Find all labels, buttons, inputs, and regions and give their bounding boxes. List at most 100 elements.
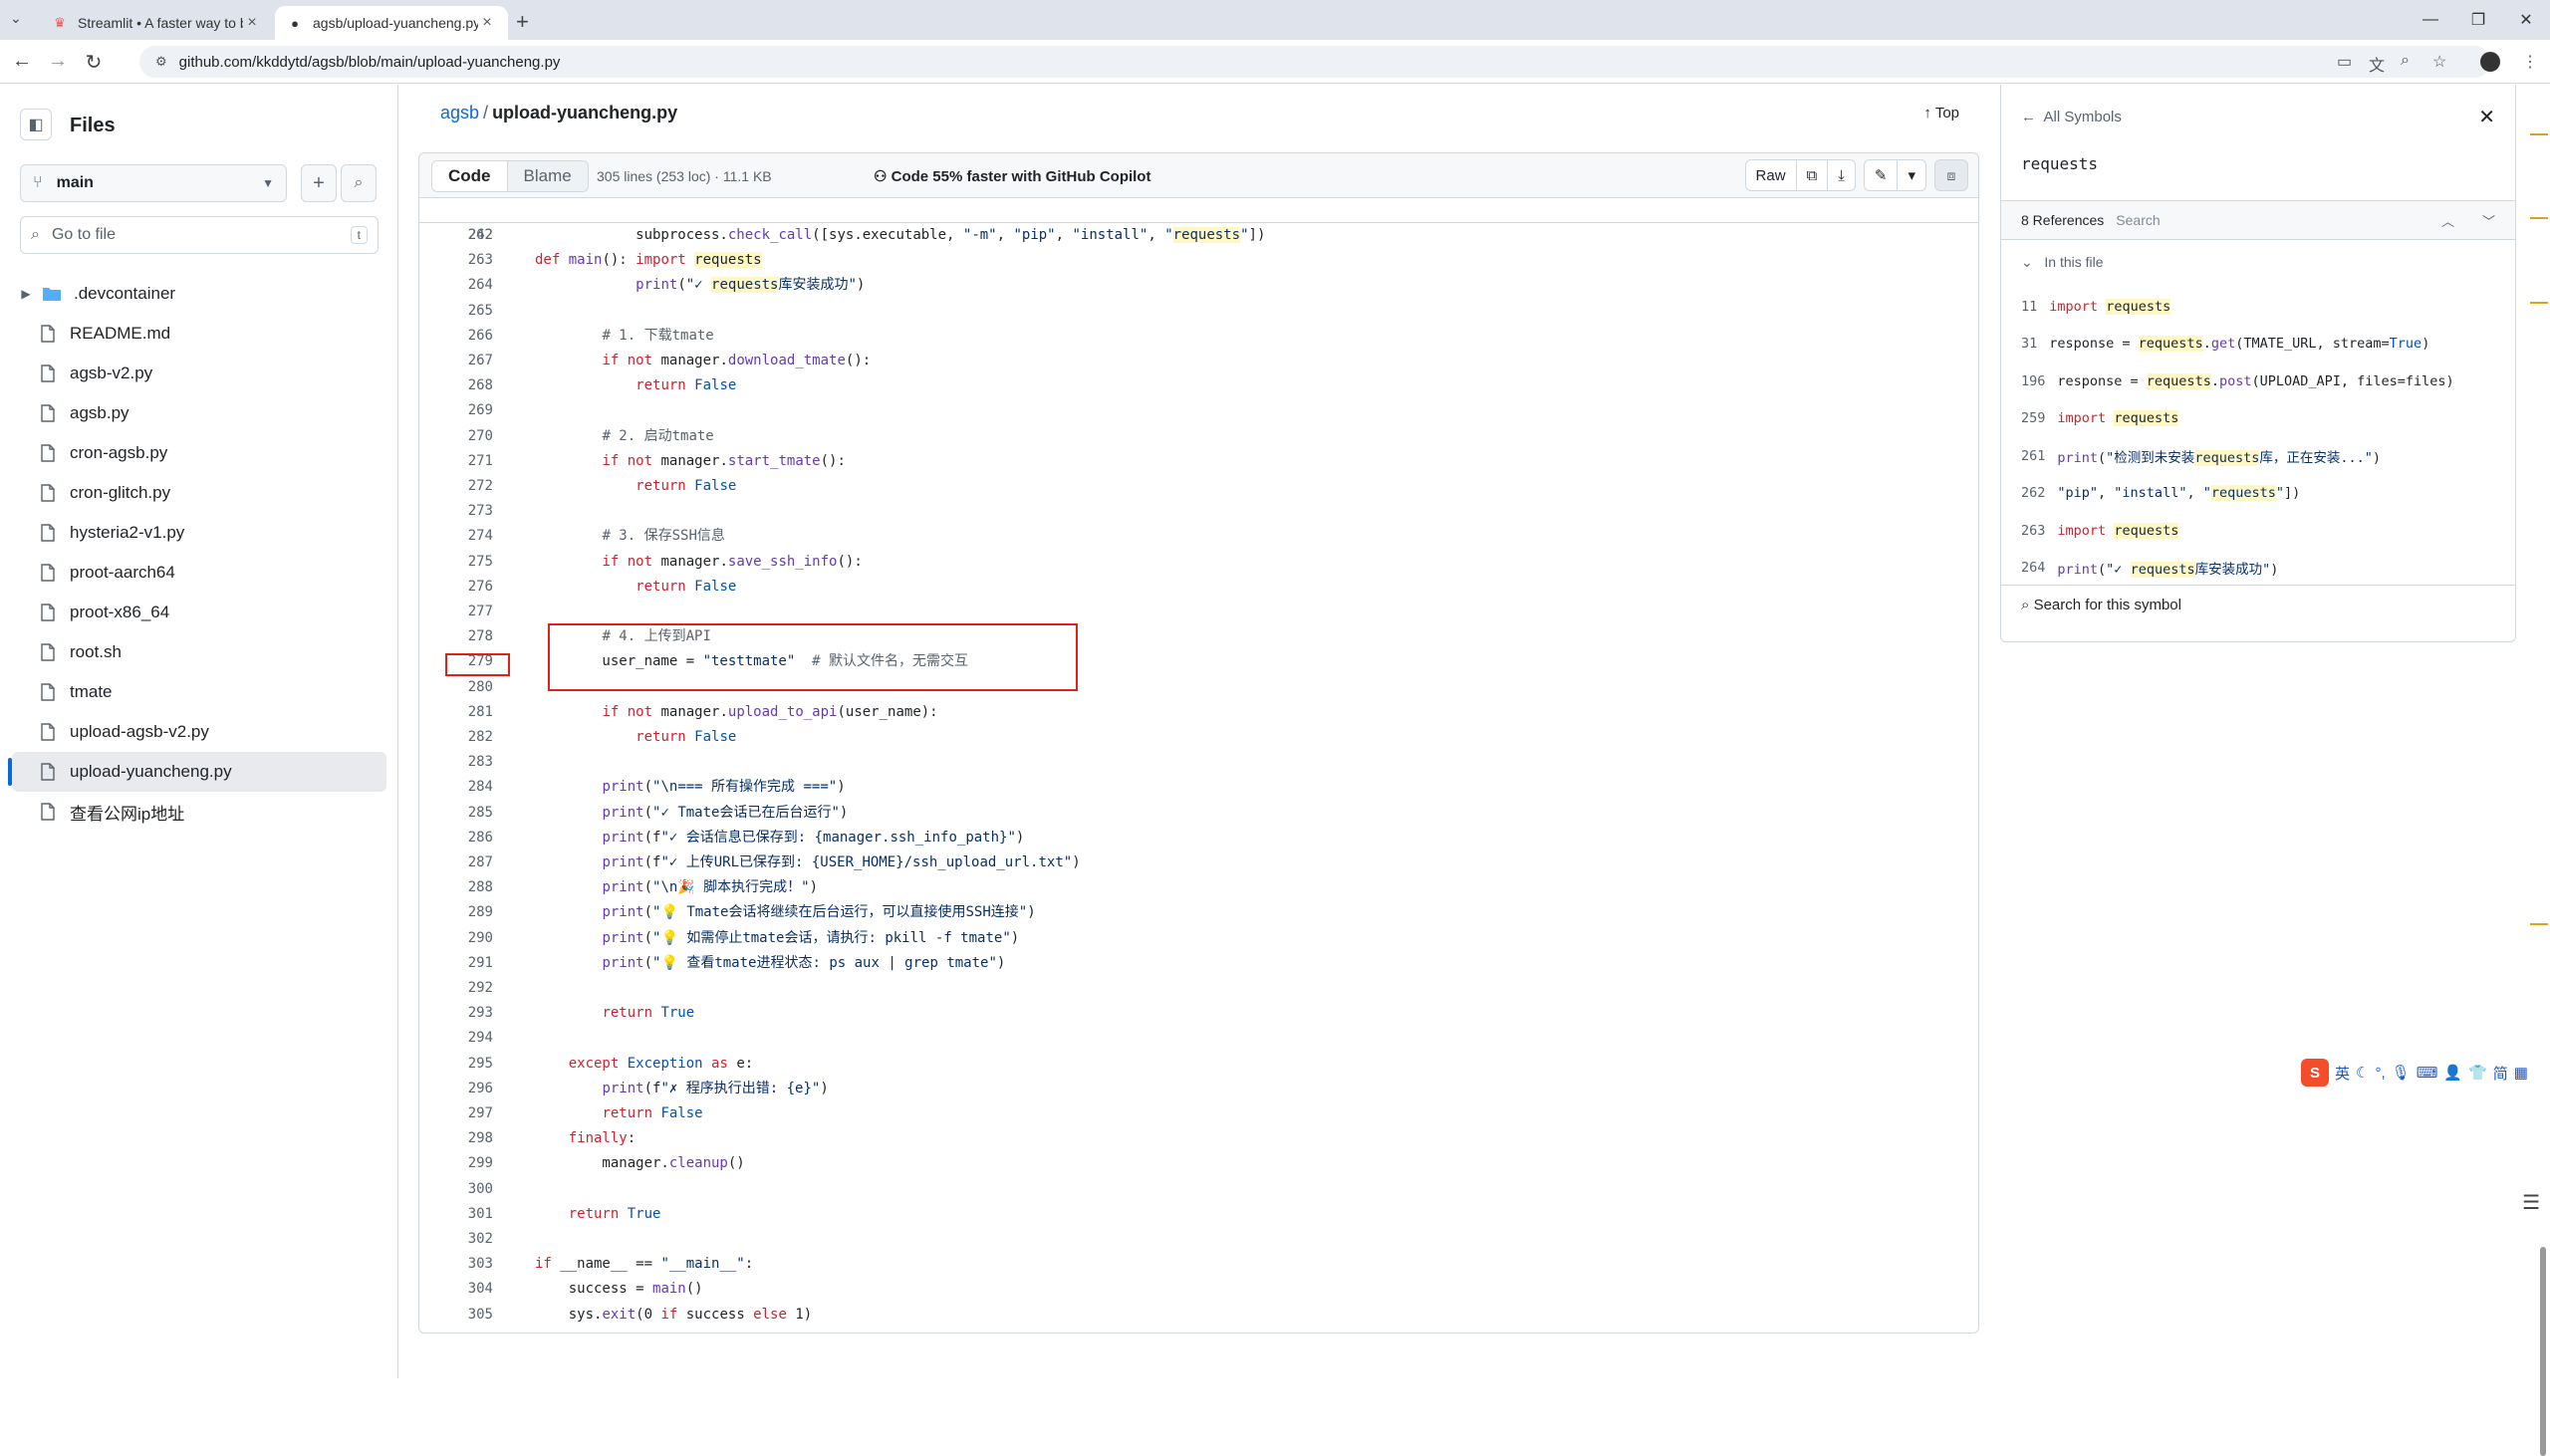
line-number[interactable]: 268: [419, 373, 493, 398]
line-number[interactable]: 287: [419, 850, 493, 875]
reference-item[interactable]: 259 import requests: [2021, 400, 2509, 438]
line-number[interactable]: 273: [419, 499, 493, 524]
reference-item[interactable]: 261 print("检测到未安装requests库，正在安装..."): [2021, 437, 2509, 475]
raw-button[interactable]: Raw: [1746, 160, 1797, 190]
line-number[interactable]: 296: [419, 1077, 493, 1101]
line-number[interactable]: 276: [419, 575, 493, 600]
top-button[interactable]: ↑ Top: [1923, 105, 1959, 121]
close-tab-icon[interactable]: ×: [478, 14, 496, 32]
line-number[interactable]: 277: [419, 600, 493, 624]
line-number[interactable]: 242: [419, 223, 493, 248]
tree-file[interactable]: upload-agsb-v2.py: [12, 712, 386, 752]
new-tab-button[interactable]: +: [516, 9, 529, 35]
line-number[interactable]: 284: [419, 775, 493, 800]
copilot-promo-link[interactable]: ⚇ Code 55% faster with GitHub Copilot: [874, 167, 1150, 185]
zoom-icon[interactable]: ⌕: [2401, 52, 2410, 70]
minimize-icon[interactable]: —: [2407, 0, 2454, 40]
tree-file[interactable]: 查看公网ip地址: [12, 792, 386, 832]
line-number[interactable]: 301: [419, 1202, 493, 1227]
back-icon[interactable]: ←: [10, 50, 34, 73]
line-number[interactable]: 297: [419, 1101, 493, 1126]
browser-tab-github[interactable]: ● agsb/upload-yuancheng.py a ×: [275, 6, 508, 40]
tab-code[interactable]: Code: [432, 161, 508, 191]
line-number[interactable]: 288: [419, 875, 493, 900]
grid-icon[interactable]: ▦: [2514, 1064, 2528, 1082]
moon-icon[interactable]: ☾: [2356, 1064, 2369, 1082]
line-number[interactable]: 295: [419, 1052, 493, 1077]
tab-blame[interactable]: Blame: [508, 161, 588, 191]
tree-folder[interactable]: ▶ .devcontainer: [12, 274, 386, 314]
user-icon[interactable]: 👤: [2443, 1064, 2462, 1082]
browser-tab-streamlit[interactable]: ♛ Streamlit • A faster way to bu ×: [40, 6, 273, 40]
download-icon[interactable]: ⤓: [1828, 160, 1855, 190]
references-search-input[interactable]: Search: [2116, 212, 2160, 228]
line-number[interactable]: 274: [419, 524, 493, 549]
line-number[interactable]: 294: [419, 1026, 493, 1051]
sogou-ime-icon[interactable]: S: [2301, 1059, 2329, 1087]
line-number[interactable]: 300: [419, 1177, 493, 1202]
tree-file[interactable]: root.sh: [12, 632, 386, 672]
go-to-file-input[interactable]: ⌕ Go to file t: [20, 216, 379, 254]
punctuation-icon[interactable]: °,: [2375, 1065, 2385, 1082]
close-window-icon[interactable]: ✕: [2502, 0, 2550, 40]
line-number[interactable]: 278: [419, 624, 493, 649]
tree-file[interactable]: upload-yuancheng.py: [8, 752, 386, 792]
page-scrollbar[interactable]: [2530, 85, 2550, 1456]
line-number[interactable]: 271: [419, 449, 493, 474]
reference-item[interactable]: 11 import requests: [2021, 288, 2509, 326]
line-number[interactable]: 302: [419, 1227, 493, 1252]
line-number[interactable]: 281: [419, 700, 493, 725]
line-number[interactable]: 291: [419, 951, 493, 976]
close-tab-icon[interactable]: ×: [243, 14, 261, 32]
line-number[interactable]: 270: [419, 424, 493, 449]
all-symbols-link[interactable]: ← All Symbols: [2021, 109, 2122, 125]
tab-list-chevron-icon[interactable]: ⌄: [10, 10, 22, 27]
line-number[interactable]: 290: [419, 926, 493, 951]
line-number[interactable]: 293: [419, 1001, 493, 1026]
line-number[interactable]: 289: [419, 900, 493, 925]
reference-item[interactable]: 263 import requests: [2021, 512, 2509, 550]
chevron-up-icon[interactable]: ︿: [2441, 211, 2454, 230]
ime-language[interactable]: 英: [2335, 1063, 2350, 1084]
scroll-map-icon[interactable]: ☰: [2522, 1190, 2540, 1215]
url-field[interactable]: ⚙ github.com/kkddytd/agsb/blob/main/uplo…: [139, 46, 2490, 78]
ime-mode[interactable]: 简: [2493, 1063, 2508, 1084]
line-number[interactable]: 298: [419, 1126, 493, 1151]
reference-item[interactable]: 264 print("✓ requests库安装成功"): [2021, 550, 2509, 588]
add-file-button[interactable]: +: [301, 164, 337, 202]
line-number[interactable]: 267: [419, 349, 493, 373]
symbols-panel-toggle[interactable]: ⧈: [1934, 159, 1968, 191]
chevron-down-icon[interactable]: ▾: [1898, 160, 1925, 190]
tree-file[interactable]: proot-x86_64: [12, 593, 386, 632]
keyboard-icon[interactable]: ⌨: [2417, 1064, 2438, 1082]
collapse-sidebar-icon[interactable]: ◧: [20, 109, 52, 140]
line-number[interactable]: 283: [419, 750, 493, 775]
tree-file[interactable]: README.md: [12, 314, 386, 354]
sticky-scope-line[interactable]: 242 def main():: [419, 198, 1978, 268]
bookmark-star-icon[interactable]: ☆: [2432, 52, 2446, 72]
site-info-icon[interactable]: ⚙: [155, 54, 167, 70]
reference-item[interactable]: 196 response = requests.post(UPLOAD_API, …: [2021, 363, 2509, 400]
scrollbar-thumb[interactable]: [2540, 1247, 2546, 1456]
skin-icon[interactable]: 👕: [2468, 1064, 2487, 1082]
tree-file[interactable]: tmate: [12, 672, 386, 712]
line-number[interactable]: 285: [419, 801, 493, 826]
line-number[interactable]: 269: [419, 398, 493, 423]
line-number[interactable]: 305: [419, 1303, 493, 1328]
chevron-down-icon[interactable]: ﹀: [2482, 211, 2495, 230]
in-this-file-toggle[interactable]: ⌄ In this file: [2021, 254, 2104, 271]
tree-file[interactable]: cron-glitch.py: [12, 473, 386, 513]
breadcrumb-repo-link[interactable]: agsb: [440, 103, 479, 122]
line-number[interactable]: 280: [419, 675, 493, 700]
profile-avatar[interactable]: [2480, 52, 2500, 72]
install-app-icon[interactable]: ▭: [2337, 52, 2352, 72]
tree-file[interactable]: hysteria2-v1.py: [12, 513, 386, 553]
tree-file[interactable]: cron-agsb.py: [12, 433, 386, 473]
tree-file[interactable]: proot-aarch64: [12, 553, 386, 593]
restore-icon[interactable]: ❐: [2454, 0, 2502, 40]
line-number[interactable]: 282: [419, 725, 493, 750]
line-number[interactable]: 272: [419, 474, 493, 499]
menu-icon[interactable]: ⋮: [2522, 52, 2538, 72]
edit-pencil-icon[interactable]: ✎: [1865, 160, 1899, 190]
microphone-icon[interactable]: 🎙: [2392, 1064, 2411, 1082]
